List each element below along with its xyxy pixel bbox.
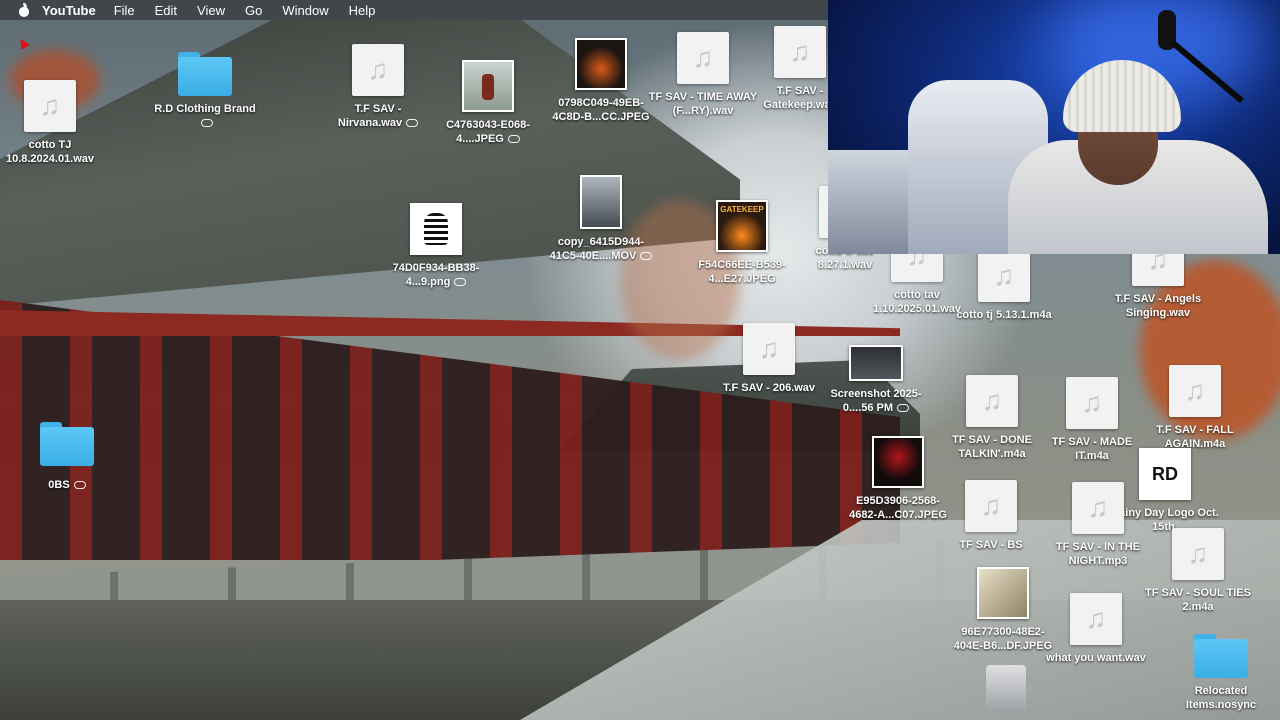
audio-file-icon (1169, 365, 1221, 417)
file-label: T.F SAV - Nirvana.wav (323, 102, 433, 130)
file-label: cotto tj 5.13.1.m4a (956, 309, 1052, 321)
audio-file-icon (966, 375, 1018, 427)
desktop-file[interactable] (951, 665, 1061, 711)
desktop-file[interactable]: T.F SAV - Nirvana.wav (323, 44, 433, 130)
audio-file-icon (1066, 377, 1118, 429)
menu-file[interactable]: File (114, 3, 135, 18)
file-label: R.D Clothing Brand (150, 102, 260, 130)
desktop-file[interactable]: TF SAV - TIME AWAY (F...RY).wav (648, 32, 758, 118)
file-label: T.F SAV - 206.wav (722, 382, 816, 394)
desktop-file[interactable]: TF SAV - BS (936, 480, 1046, 552)
desktop-file[interactable]: 74D0F934-BB38-4...9.png (381, 203, 491, 289)
desktop-file[interactable]: T.F SAV - 206.wav (714, 323, 824, 395)
folder-icon (40, 422, 94, 466)
desktop-file[interactable]: T.F SAV - FALL AGAIN.m4a (1140, 365, 1250, 451)
apple-menu-icon[interactable] (17, 3, 31, 17)
audio-file-icon (1172, 528, 1224, 580)
file-label: TF SAV - TIME AWAY (F...RY).wav (648, 91, 758, 117)
video-thumbnail (580, 175, 622, 229)
folder-icon (1194, 634, 1248, 678)
image-thumbnail (716, 200, 768, 252)
file-label: cotto TJ 10.8.2024.01.wav (5, 139, 95, 165)
menu-edit[interactable]: Edit (155, 3, 177, 18)
desktop-file[interactable]: TF SAV - SOUL TIES 2.m4a (1143, 528, 1253, 614)
desktop-folder[interactable]: 0BS (12, 422, 122, 492)
file-label: C4763043-E068-4....JPEG (446, 119, 530, 145)
app-menu[interactable]: YouTube (42, 3, 96, 18)
audio-file-icon (1072, 482, 1124, 534)
image-thumbnail (849, 345, 903, 381)
desktop-folder[interactable]: R.D Clothing Brand (150, 52, 260, 130)
disk-image-icon (986, 665, 1026, 711)
desktop-file[interactable]: copy_6415D944-41C5-40E....MOV (546, 175, 656, 263)
image-thumbnail (462, 60, 514, 112)
file-label: 0BS (48, 478, 86, 492)
desktop-folder[interactable]: Relocated Items.nosync (1166, 634, 1276, 712)
file-label: 0798C049-49EB-4C8D-B...CC.JPEG (552, 97, 650, 123)
audio-file-icon (774, 26, 826, 78)
file-label: TF SAV - BS (959, 539, 1023, 551)
desktop-file[interactable]: cotto tj 5.13.1.m4a (949, 250, 1059, 322)
file-label: TF SAV - DONE TALKIN'.m4a (952, 434, 1032, 460)
audio-file-icon (965, 480, 1017, 532)
menu-help[interactable]: Help (349, 3, 376, 18)
audio-file-icon (677, 32, 729, 84)
desktop-file[interactable]: F54C66EE-B539-4...E27.JPEG (687, 200, 797, 286)
audio-file-icon (24, 80, 76, 132)
menu-view[interactable]: View (197, 3, 225, 18)
file-label: T.F SAV - Angels Singing.wav (1114, 293, 1202, 319)
file-label: what you want.wav (1046, 652, 1146, 664)
audio-file-icon (1070, 593, 1122, 645)
image-thumbnail (872, 436, 924, 488)
file-label: copy_6415D944-41C5-40E....MOV (546, 235, 656, 263)
desktop-file[interactable]: TF SAV - DONE TALKIN'.m4a (937, 375, 1047, 461)
image-thumbnail (575, 38, 627, 90)
file-label: TF SAV - SOUL TIES 2.m4a (1145, 587, 1251, 613)
icloud-icon (454, 278, 467, 287)
file-label: Relocated Items.nosync (1185, 685, 1257, 711)
icloud-icon (406, 119, 419, 128)
file-label: 74D0F934-BB38-4...9.png (392, 262, 480, 288)
desktop-file[interactable]: what you want.wav (1041, 593, 1151, 665)
desktop-file[interactable]: TF SAV - IN THE NIGHT.mp3 (1043, 482, 1153, 568)
audio-file-icon (352, 44, 404, 96)
webcam-overlay (828, 0, 1280, 254)
icloud-icon (201, 119, 213, 128)
file-label: F54C66EE-B539-4...E27.JPEG (698, 259, 786, 285)
desktop-file[interactable]: cotto TJ 10.8.2024.01.wav (0, 80, 105, 166)
menu-window[interactable]: Window (282, 3, 328, 18)
icloud-icon (897, 404, 910, 413)
image-thumbnail (977, 567, 1029, 619)
file-label: TF SAV - IN THE NIGHT.mp3 (1055, 541, 1141, 567)
icloud-icon (640, 252, 653, 261)
desktop-file[interactable]: C4763043-E068-4....JPEG (433, 60, 543, 146)
desktop-file[interactable]: Screenshot 2025-0....56 PM (821, 345, 931, 415)
menu-go[interactable]: Go (245, 3, 262, 18)
desktop-file[interactable]: 0798C049-49EB-4C8D-B...CC.JPEG (546, 38, 656, 124)
file-label: T.F SAV - FALL AGAIN.m4a (1156, 424, 1234, 450)
file-label: Screenshot 2025-0....56 PM (830, 388, 922, 414)
image-thumbnail (410, 203, 462, 255)
audio-file-icon (978, 250, 1030, 302)
audio-file-icon (743, 323, 795, 375)
icloud-icon (73, 481, 86, 490)
folder-icon (178, 52, 232, 96)
icloud-icon (507, 135, 520, 144)
